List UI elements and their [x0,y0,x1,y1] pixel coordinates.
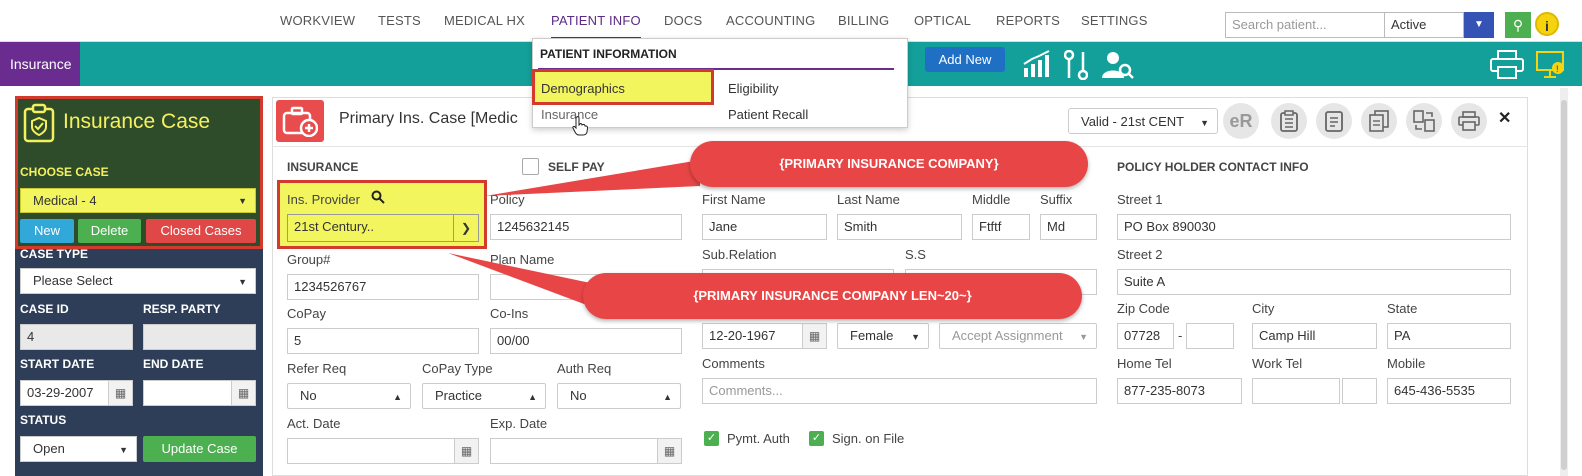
callout-primary-insurance-len: {PRIMARY INSURANCE COMPANY LEN~20~} [583,273,1082,319]
menu-item-insurance[interactable]: Insurance [541,107,598,122]
menu-heading: PATIENT INFORMATION [540,47,677,61]
menu-item-patient-recall[interactable]: Patient Recall [728,107,808,122]
hand-cursor-icon [572,116,589,139]
menu-item-eligibility[interactable]: Eligibility [728,81,779,96]
callout-primary-insurance: {PRIMARY INSURANCE COMPANY} [690,141,1088,187]
menu-item-demographics[interactable]: Demographics [541,81,625,96]
